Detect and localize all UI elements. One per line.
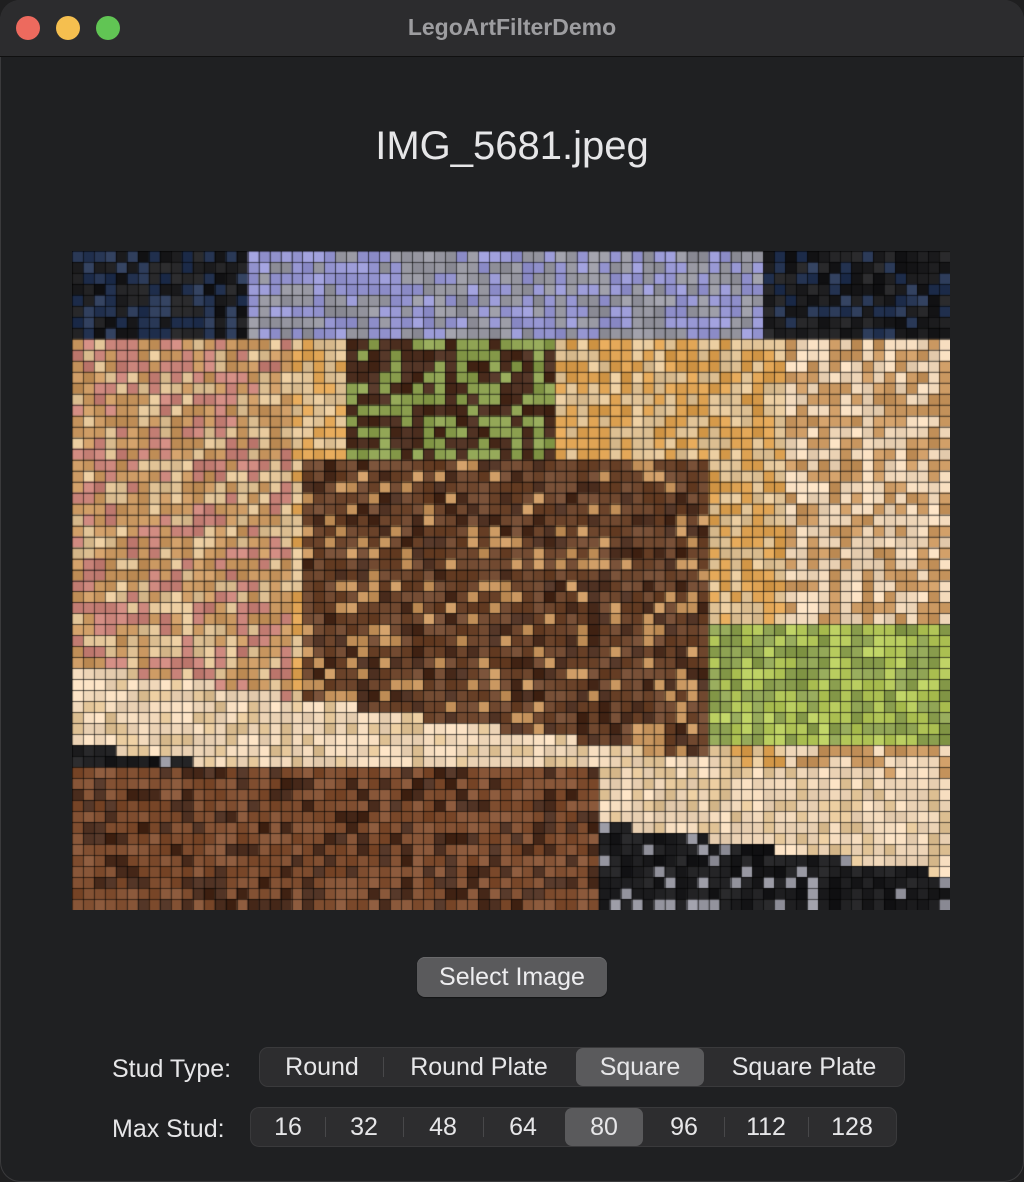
stud-type-square-plate[interactable]: Square Plate [706,1048,902,1086]
stud-type-segmented-control: Round Round Plate Square Square Plate [259,1047,905,1087]
max-stud-112[interactable]: 112 [725,1108,807,1146]
lego-mosaic-image [72,251,950,910]
max-stud-128[interactable]: 128 [809,1108,895,1146]
stud-type-label: Stud Type: [112,1055,232,1083]
title-bar: LegoArtFilterDemo [0,0,1024,57]
max-stud-segmented-control: 16 32 48 64 80 96 112 128 [250,1107,897,1147]
max-stud-48[interactable]: 48 [404,1108,482,1146]
stud-type-round[interactable]: Round [262,1048,382,1086]
max-stud-80[interactable]: 80 [565,1108,643,1146]
app-window: LegoArtFilterDemo IMG_5681.jpeg Select I… [0,0,1024,1182]
window-title: LegoArtFilterDemo [407,14,617,40]
image-filename: IMG_5681.jpeg [375,124,649,168]
max-stud-16[interactable]: 16 [253,1108,323,1146]
max-stud-64[interactable]: 64 [484,1108,562,1146]
select-image-button[interactable]: Select Image [417,957,607,997]
stud-type-round-plate[interactable]: Round Plate [384,1048,574,1086]
stud-type-square[interactable]: Square [576,1048,704,1086]
max-stud-32[interactable]: 32 [326,1108,402,1146]
max-stud-label: Max Stud: [112,1115,225,1143]
max-stud-96[interactable]: 96 [645,1108,723,1146]
